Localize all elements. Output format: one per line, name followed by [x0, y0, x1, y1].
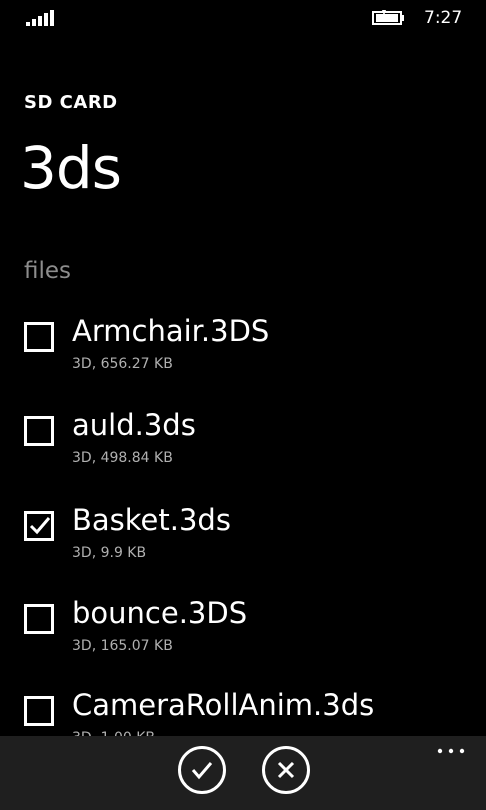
cancel-button[interactable]	[262, 746, 310, 794]
file-checkbox[interactable]	[24, 511, 54, 541]
file-checkbox[interactable]	[24, 604, 54, 634]
file-name: bounce.3DS	[72, 596, 248, 630]
ellipsis-icon[interactable]	[436, 746, 466, 756]
confirm-button[interactable]	[178, 746, 226, 794]
file-checkbox[interactable]	[24, 696, 54, 726]
file-meta: 3D, 498.84 KB	[72, 450, 173, 466]
file-item[interactable]: Basket.3ds 3D, 9.9 KB	[0, 503, 486, 583]
file-name: Armchair.3DS	[72, 314, 270, 348]
app-bar	[0, 736, 486, 810]
close-icon	[277, 761, 295, 779]
checkmark-icon	[191, 762, 213, 780]
file-meta: 3D, 165.07 KB	[72, 638, 173, 654]
file-name: CameraRollAnim.3ds	[72, 688, 375, 722]
file-checkbox[interactable]	[24, 416, 54, 446]
file-name: auld.3ds	[72, 408, 196, 442]
file-item[interactable]: Armchair.3DS 3D, 656.27 KB	[0, 314, 486, 394]
file-item[interactable]: bounce.3DS 3D, 165.07 KB	[0, 596, 486, 676]
file-meta: 3D, 656.27 KB	[72, 356, 173, 372]
file-list: Armchair.3DS 3D, 656.27 KB auld.3ds 3D, …	[0, 0, 486, 810]
file-meta: 3D, 9.9 KB	[72, 545, 147, 561]
file-checkbox[interactable]	[24, 322, 54, 352]
file-name: Basket.3ds	[72, 503, 231, 537]
checkmark-icon	[29, 517, 51, 535]
file-item[interactable]: auld.3ds 3D, 498.84 KB	[0, 408, 486, 488]
